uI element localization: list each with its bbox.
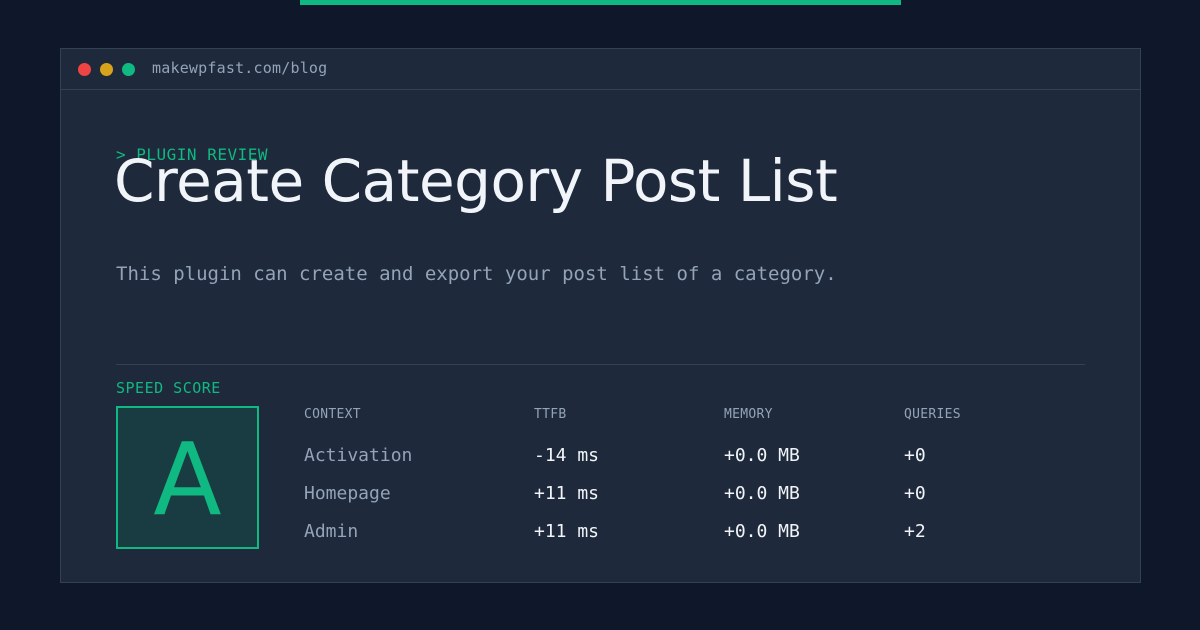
row-ttfb: +11 ms (534, 521, 600, 542)
plugin-description: This plugin can create and export your p… (116, 263, 837, 285)
metrics-table: CONTEXT TTFB MEMORY QUERIES Activation -… (304, 407, 1094, 559)
top-accent-bar (300, 0, 901, 5)
browser-window: makewpfast.com/blog > PLUGIN REVIEW Crea… (60, 48, 1141, 583)
grade-letter: A (153, 420, 222, 538)
column-header-memory: MEMORY (724, 407, 773, 422)
row-queries: +0 (904, 445, 926, 466)
row-queries: +2 (904, 521, 926, 542)
minimize-dot-icon[interactable] (100, 63, 113, 76)
row-memory: +0.0 MB (724, 521, 800, 542)
row-context: Homepage (304, 483, 391, 504)
metrics-header-row: CONTEXT TTFB MEMORY QUERIES (304, 407, 1094, 437)
row-queries: +0 (904, 483, 926, 504)
table-row: Homepage +11 ms +0.0 MB +0 (304, 483, 1094, 521)
close-dot-icon[interactable] (78, 63, 91, 76)
table-row: Activation -14 ms +0.0 MB +0 (304, 445, 1094, 483)
row-context: Activation (304, 445, 413, 466)
grade-badge: A (116, 406, 259, 549)
row-context: Admin (304, 521, 359, 542)
row-memory: +0.0 MB (724, 483, 800, 504)
row-memory: +0.0 MB (724, 445, 800, 466)
speed-score-label: SPEED SCORE (116, 379, 221, 397)
table-row: Admin +11 ms +0.0 MB +2 (304, 521, 1094, 559)
url-text: makewpfast.com/blog (152, 59, 328, 77)
column-header-queries: QUERIES (904, 407, 961, 422)
column-header-ttfb: TTFB (534, 407, 567, 422)
row-ttfb: -14 ms (534, 445, 600, 466)
window-titlebar: makewpfast.com/blog (61, 49, 1140, 90)
page-title: Create Category Post List (114, 147, 838, 215)
section-divider (116, 364, 1085, 365)
maximize-dot-icon[interactable] (122, 63, 135, 76)
row-ttfb: +11 ms (534, 483, 600, 504)
column-header-context: CONTEXT (304, 407, 361, 422)
